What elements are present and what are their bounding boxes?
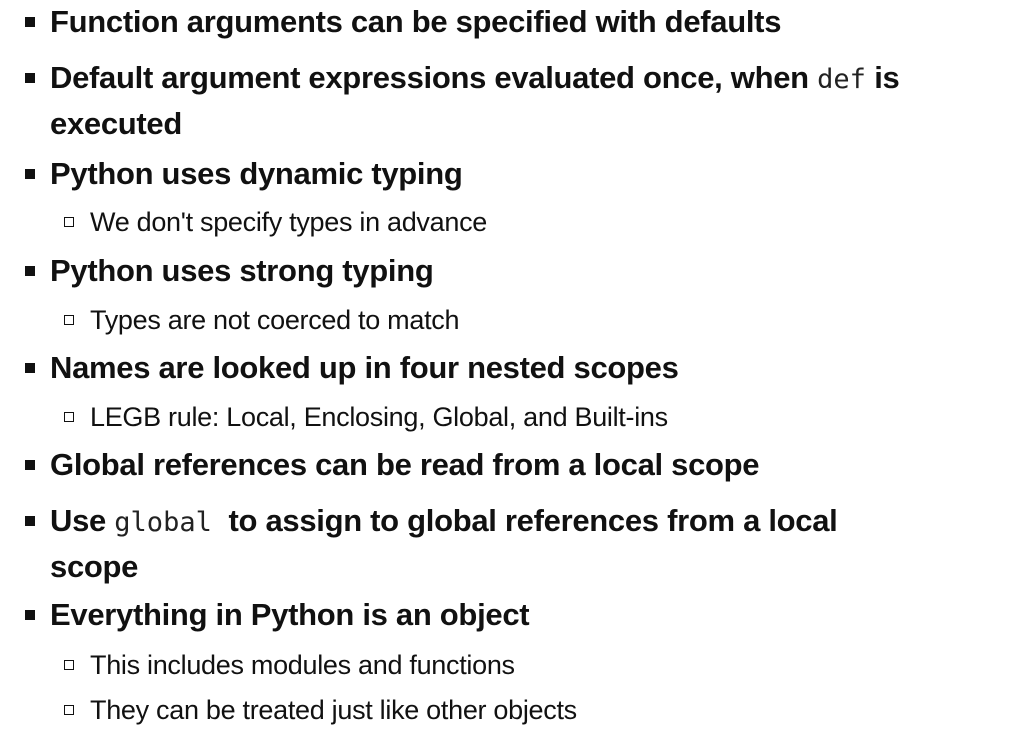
bullet-text-part: Default argument expressions evaluated o… — [50, 60, 818, 95]
code-keyword: global — [114, 507, 212, 538]
sub-bullet-text: Types are not coerced to match — [90, 305, 460, 335]
slide: Function arguments can be specified with… — [0, 0, 1015, 733]
bullet-square-icon — [25, 73, 35, 83]
bullet-text: Default argument expressions evaluated o… — [50, 56, 960, 146]
sub-bullet-square-icon — [64, 705, 74, 715]
sub-bullet-text: We don't specify types in advance — [90, 207, 487, 237]
bullet-text: Function arguments can be specified with… — [50, 4, 782, 39]
bullet-text: Global references can be read from a loc… — [50, 447, 760, 482]
bullet-square-icon — [25, 610, 35, 620]
bullet-square-icon — [25, 266, 35, 276]
bullet-text: Names are looked up in four nested scope… — [50, 350, 679, 385]
sub-bullet-square-icon — [64, 660, 74, 670]
bullet-text: Python uses strong typing — [50, 253, 434, 288]
code-keyword: def — [817, 64, 866, 95]
bullet-square-icon — [25, 460, 35, 470]
sub-bullet-text: They can be treated just like other obje… — [90, 695, 577, 725]
sub-bullet-square-icon — [64, 217, 74, 227]
sub-bullet-square-icon — [64, 412, 74, 422]
sub-bullet-text: This includes modules and functions — [90, 650, 515, 680]
sub-bullet-text: LEGB rule: Local, Enclosing, Global, and… — [90, 402, 668, 432]
bullet-text: Use global to assign to global reference… — [50, 499, 900, 589]
sub-bullet-square-icon — [64, 315, 74, 325]
bullet-text-part: Use — [50, 503, 115, 538]
bullet-text: Python uses dynamic typing — [50, 156, 463, 191]
bullet-square-icon — [25, 363, 35, 373]
bullet-square-icon — [25, 17, 35, 27]
bullet-square-icon — [25, 169, 35, 179]
bullet-square-icon — [25, 516, 35, 526]
bullet-text: Everything in Python is an object — [50, 597, 530, 632]
